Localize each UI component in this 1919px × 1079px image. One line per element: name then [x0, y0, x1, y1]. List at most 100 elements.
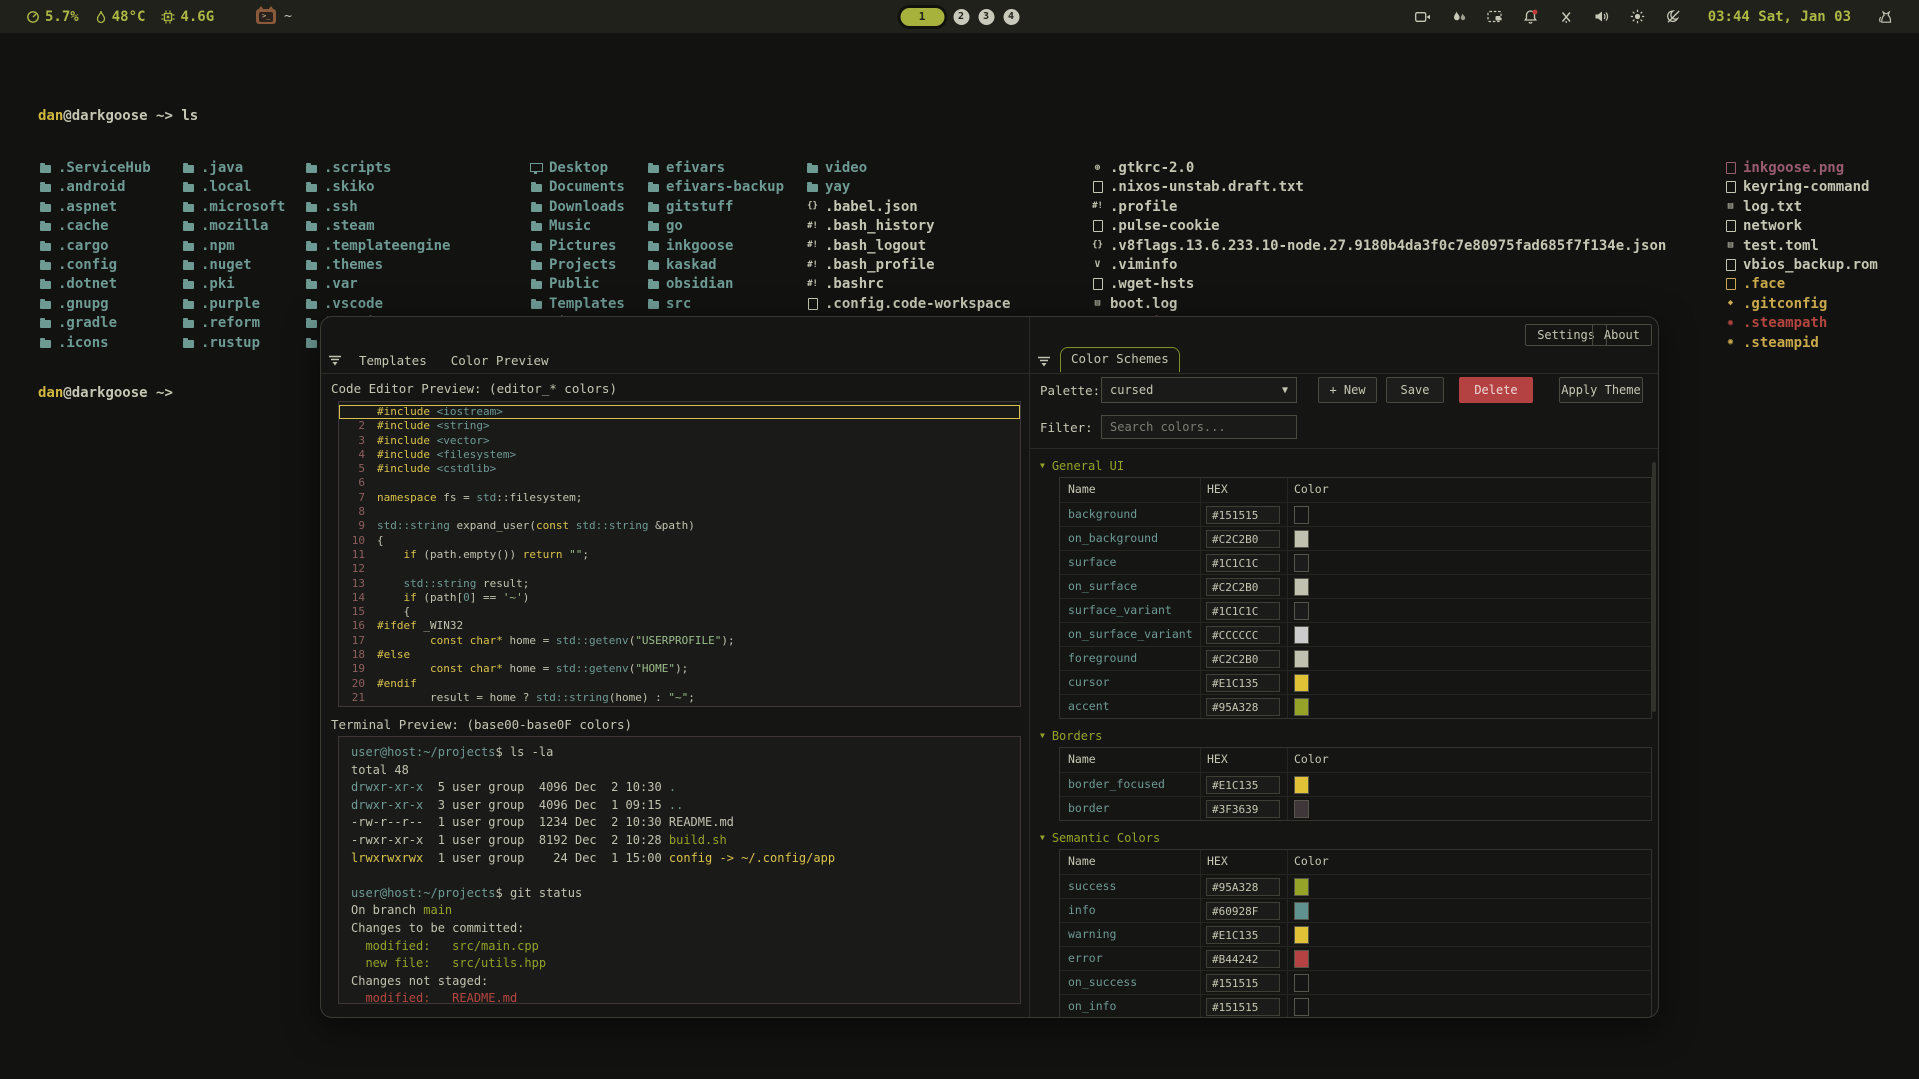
- delete-button[interactable]: Delete: [1459, 377, 1533, 403]
- color-name: cursor: [1060, 671, 1201, 694]
- color-swatch[interactable]: [1294, 554, 1309, 572]
- workspace-3[interactable]: 3: [978, 9, 994, 25]
- hex-input[interactable]: #95A328: [1206, 698, 1280, 716]
- workspace-2[interactable]: 2: [953, 9, 969, 25]
- hex-input[interactable]: #C2C2B0: [1206, 650, 1280, 668]
- color-swatch[interactable]: [1294, 530, 1309, 548]
- code-line: 15 {: [339, 605, 1020, 619]
- file-name: .gitconfig: [1743, 296, 1827, 312]
- code-token: #include: [377, 462, 430, 476]
- shell-icon: #!: [805, 261, 820, 270]
- color-name: surface: [1060, 551, 1201, 574]
- hex-input[interactable]: #60928F: [1206, 902, 1280, 920]
- hex-input[interactable]: #1C1C1C: [1206, 602, 1280, 620]
- color-search-input[interactable]: [1101, 415, 1297, 439]
- ls-column: .ServiceHub.android.aspnet.cache.cargo.c…: [38, 158, 151, 352]
- tab-color-schemes[interactable]: Color Schemes: [1060, 347, 1180, 372]
- file-name: .pki: [201, 276, 235, 292]
- palette-select[interactable]: cursed ▼: [1101, 377, 1297, 403]
- file-entry: ◉.steampath: [1723, 314, 1878, 333]
- notification-bell-icon[interactable]: [1523, 9, 1538, 24]
- code-token: std::string: [576, 519, 649, 533]
- tab-templates[interactable]: Templates: [351, 351, 435, 370]
- color-swatch[interactable]: [1294, 602, 1309, 620]
- color-swatch[interactable]: [1294, 998, 1309, 1016]
- terminal-line: Changes to be committed:: [351, 920, 1008, 938]
- table-header-row: NameHEXColor: [1060, 748, 1651, 772]
- color-swatch[interactable]: [1294, 926, 1309, 944]
- file-name: .gtkrc-2.0: [1110, 160, 1194, 176]
- collapse-icon[interactable]: [329, 355, 341, 366]
- color-swatch[interactable]: [1294, 902, 1309, 920]
- volume-icon[interactable]: [1594, 10, 1609, 23]
- color-swatch[interactable]: [1294, 974, 1309, 992]
- new-palette-button[interactable]: + New: [1318, 377, 1377, 403]
- code-line: 10{: [339, 534, 1020, 548]
- file-entry: {}.v8flags.13.6.233.10-node.27.9180b4da3…: [1090, 236, 1666, 255]
- top-bar: 5.7% 48°C 4.6G >_ ~ 1 2 3 4 03:44 Sat, J…: [0, 0, 1919, 33]
- shell-prompt: dan@darkgoose ~> ls: [38, 107, 198, 126]
- hex-input[interactable]: #151515: [1206, 974, 1280, 992]
- color-row: surface_variant#1C1C1C: [1060, 598, 1651, 622]
- color-swatch[interactable]: [1294, 506, 1309, 524]
- clock[interactable]: 03:44 Sat, Jan 03: [1708, 9, 1851, 25]
- color-swatch[interactable]: [1294, 626, 1309, 644]
- fire-icon[interactable]: [1452, 10, 1466, 24]
- input-muted-icon[interactable]: [1559, 10, 1573, 24]
- hex-input[interactable]: #95A328: [1206, 878, 1280, 896]
- brightness-icon[interactable]: [1630, 9, 1645, 24]
- scrollbar[interactable]: [1652, 462, 1656, 712]
- hex-input[interactable]: #151515: [1206, 506, 1280, 524]
- hex-input[interactable]: #E1C135: [1206, 776, 1280, 794]
- file-name: Public: [549, 276, 600, 292]
- code-token: fs =: [437, 491, 477, 505]
- hex-input[interactable]: #1C1C1C: [1206, 554, 1280, 572]
- workspace-4[interactable]: 4: [1003, 9, 1019, 25]
- steam-icon: ◉: [1723, 319, 1738, 328]
- night-light-icon[interactable]: [1666, 9, 1681, 24]
- color-swatch[interactable]: [1294, 776, 1309, 794]
- temp-stat: 48°C: [95, 9, 146, 25]
- terminal-line: [351, 867, 1008, 885]
- hex-input[interactable]: #3F3639: [1206, 800, 1280, 818]
- color-swatch[interactable]: [1294, 800, 1309, 818]
- hex-input[interactable]: #E1C135: [1206, 674, 1280, 692]
- color-name: info: [1060, 899, 1201, 922]
- hex-input[interactable]: #151515: [1206, 998, 1280, 1016]
- color-swatch[interactable]: [1294, 674, 1309, 692]
- file-icon: [1090, 220, 1105, 232]
- color-row: foreground#C2C2B0: [1060, 646, 1651, 670]
- hex-input[interactable]: #C2C2B0: [1206, 578, 1280, 596]
- color-swatch[interactable]: [1294, 878, 1309, 896]
- collapse-icon[interactable]: [1038, 356, 1050, 367]
- folder-icon: [38, 182, 53, 192]
- section-header[interactable]: ▼General UI: [1040, 459, 1658, 473]
- section-header[interactable]: ▼Semantic Colors: [1040, 831, 1658, 845]
- file-name: .nuget: [201, 257, 252, 273]
- hex-input[interactable]: #CCCCCC: [1206, 626, 1280, 644]
- color-swatch[interactable]: [1294, 950, 1309, 968]
- tab-color-preview[interactable]: Color Preview: [443, 351, 557, 370]
- file-name: .vscode: [324, 296, 383, 312]
- panther-icon[interactable]: [1878, 9, 1893, 24]
- screenshot-icon[interactable]: [1487, 10, 1502, 23]
- screencast-icon[interactable]: [1415, 11, 1431, 23]
- color-swatch[interactable]: [1294, 698, 1309, 716]
- color-swatch[interactable]: [1294, 578, 1309, 596]
- hex-input[interactable]: #C2C2B0: [1206, 530, 1280, 548]
- mascot-icon[interactable]: >_: [256, 9, 276, 24]
- file-name: obsidian: [666, 276, 733, 292]
- column-header: Color: [1288, 748, 1651, 772]
- apply-theme-button[interactable]: Apply Theme: [1559, 377, 1643, 403]
- hex-input[interactable]: #E1C135: [1206, 926, 1280, 944]
- workspace-1[interactable]: 1: [900, 8, 944, 26]
- folder-icon: [181, 202, 196, 212]
- line-number: 14: [339, 591, 365, 605]
- code-token: const char*: [430, 634, 503, 648]
- section-header[interactable]: ▼Borders: [1040, 729, 1658, 743]
- terminal-token: Changes not staged:: [351, 974, 488, 988]
- save-button[interactable]: Save: [1386, 377, 1444, 403]
- hex-input[interactable]: #B44242: [1206, 950, 1280, 968]
- color-swatch[interactable]: [1294, 650, 1309, 668]
- color-table: NameHEXColorborder_focused#E1C135border#…: [1059, 747, 1652, 821]
